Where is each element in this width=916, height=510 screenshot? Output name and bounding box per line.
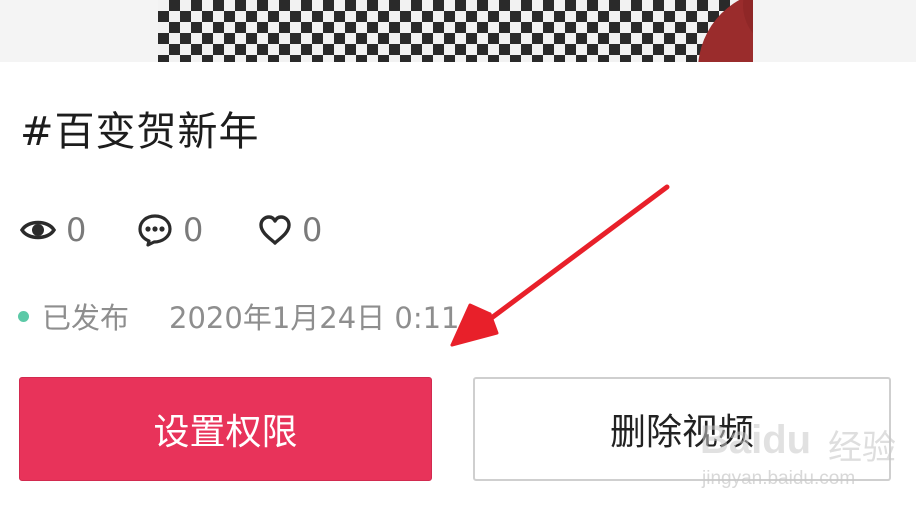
heart-icon	[258, 215, 292, 245]
comment-icon	[137, 213, 173, 247]
eye-icon	[20, 215, 56, 245]
video-title: #百变贺新年	[20, 109, 260, 155]
delete-video-button[interactable]: 删除视频	[473, 377, 891, 481]
views-stat: 0	[20, 210, 86, 250]
video-thumbnail[interactable]	[158, 0, 753, 62]
publish-time: 2020年1月24日 0:11	[169, 301, 460, 335]
set-permission-button[interactable]: 设置权限	[19, 377, 432, 481]
publish-status: 已发布	[42, 301, 130, 335]
publish-status-row: 已发布 2020年1月24日 0:11	[18, 296, 460, 336]
status-dot	[18, 310, 29, 322]
likes-count: 0	[302, 211, 323, 249]
likes-stat[interactable]: 0	[258, 210, 322, 250]
comments-count: 0	[183, 211, 204, 249]
views-count: 0	[66, 211, 87, 249]
comments-stat[interactable]: 0	[137, 210, 203, 250]
